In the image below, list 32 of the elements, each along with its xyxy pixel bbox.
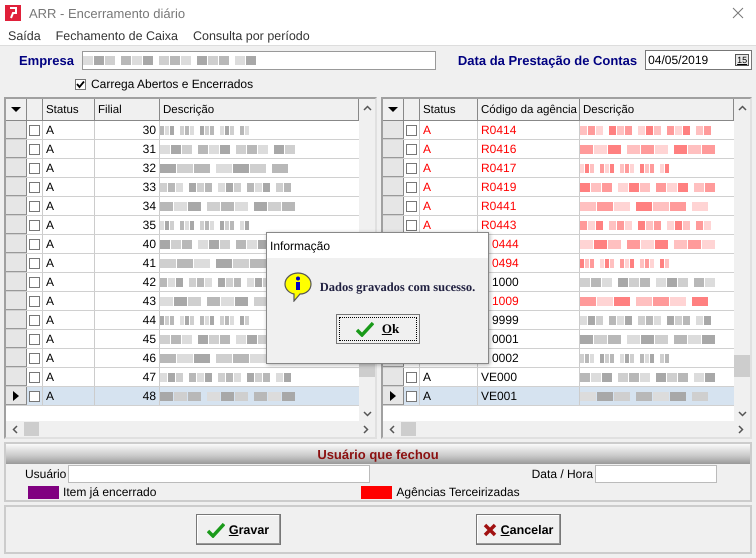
window-title: ARR - Encerramento diário	[29, 6, 186, 20]
table-cell: A	[43, 330, 95, 348]
company-label: Empresa	[19, 52, 74, 68]
table-cell: A	[43, 121, 95, 139]
user-label: Usuário	[25, 467, 66, 481]
table-cell: A	[43, 349, 95, 367]
table-cell: A	[420, 140, 478, 158]
date-label: Data da Prestação de Contas	[458, 52, 638, 68]
table-cell: A	[420, 368, 478, 386]
table-cell: A	[43, 311, 95, 329]
table-cell: A	[43, 197, 95, 215]
table-cell: A	[420, 197, 478, 215]
table-cell: A	[420, 387, 478, 405]
table-cell: A	[43, 178, 95, 196]
table-cell: A	[420, 178, 478, 196]
table-cell: A	[43, 387, 95, 405]
table-cell: A	[420, 121, 478, 139]
table-cell: A	[43, 140, 95, 158]
table-cell: A	[43, 159, 95, 177]
table-cell: A	[420, 159, 478, 177]
table-cell: A	[43, 216, 95, 234]
table-cell: A	[43, 273, 95, 291]
dialog-title: Informação	[267, 233, 488, 258]
table-cell: A	[43, 292, 95, 310]
table-cell: A	[43, 368, 95, 386]
legend-label: Item já encerrado	[63, 485, 156, 499]
datetime-label: Data / Hora	[532, 467, 593, 481]
table-cell: A	[43, 235, 95, 253]
legend-label: Agências Terceirizadas	[396, 485, 520, 499]
table-cell: A	[43, 254, 95, 272]
section-header: Usuário que fechou	[6, 444, 750, 464]
dialog-message: Dados gravados com sucesso.	[320, 280, 476, 294]
